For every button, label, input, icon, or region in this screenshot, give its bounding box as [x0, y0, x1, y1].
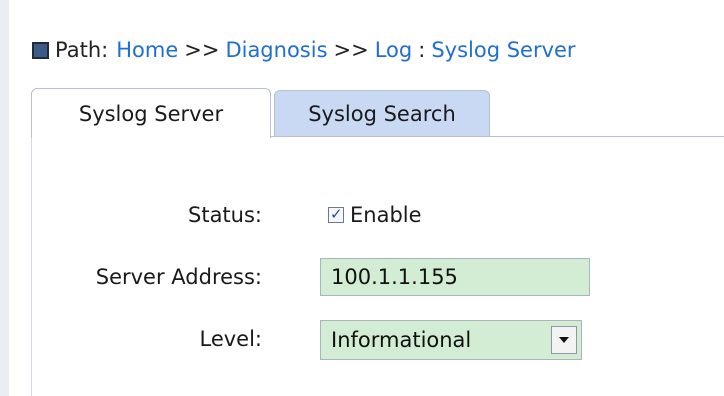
check-mark-icon: ✓: [330, 205, 343, 223]
breadcrumb-log[interactable]: Log: [375, 38, 413, 62]
tab-syslog-server[interactable]: Syslog Server: [31, 88, 271, 138]
level-select[interactable]: Informational: [320, 320, 582, 360]
enable-checkbox[interactable]: ✓: [328, 205, 344, 223]
breadcrumb-separator: >>: [184, 38, 220, 62]
enable-label[interactable]: Enable: [350, 203, 422, 227]
breadcrumb-separator: >>: [333, 38, 369, 62]
breadcrumb-diagnosis[interactable]: Diagnosis: [225, 38, 327, 62]
breadcrumb: Path: Home >> Diagnosis >> Log : Syslog …: [32, 35, 576, 65]
path-square-icon: [32, 41, 49, 59]
dropdown-button[interactable]: [551, 326, 577, 354]
tab-bar: Syslog Server Syslog Search: [31, 88, 724, 138]
breadcrumb-colon: :: [418, 38, 426, 62]
status-label: Status:: [188, 203, 262, 227]
status-row: Status: ✓ Enable: [0, 195, 724, 235]
level-label: Level:: [199, 327, 262, 351]
level-row: Level: Informational: [0, 319, 724, 360]
breadcrumb-syslog-server[interactable]: Syslog Server: [431, 38, 575, 62]
tab-underline: [271, 136, 724, 137]
path-label: Path:: [55, 38, 109, 62]
enable-checkbox-wrap[interactable]: ✓ Enable: [328, 195, 422, 235]
server-address-row: Server Address: 100.1.1.155: [0, 257, 724, 297]
breadcrumb-home[interactable]: Home: [116, 38, 178, 62]
server-address-input[interactable]: 100.1.1.155: [320, 258, 590, 296]
tab-syslog-search[interactable]: Syslog Search: [274, 90, 490, 136]
server-address-label: Server Address:: [95, 265, 262, 289]
level-select-value: Informational: [331, 328, 472, 352]
chevron-down-icon: [559, 337, 569, 343]
